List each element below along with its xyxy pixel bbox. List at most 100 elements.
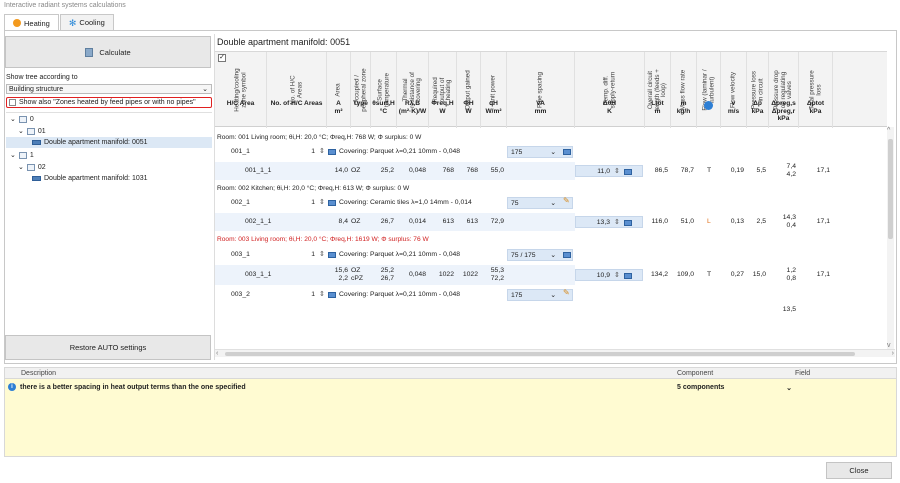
monitor-icon[interactable]: [624, 220, 632, 226]
spinner-icon[interactable]: ⇕: [319, 251, 325, 259]
spinner-icon[interactable]: ⇕: [614, 168, 620, 176]
scroll-thumb[interactable]: [888, 139, 893, 239]
edit-pencil-icon[interactable]: ✎: [563, 197, 570, 205]
cell-r: 0,014: [408, 218, 426, 225]
chevron-down-icon: ⌄: [550, 292, 556, 299]
close-button[interactable]: Close: [826, 462, 892, 479]
cell-out: 768: [466, 167, 478, 174]
edit-pencil-icon[interactable]: ✎: [563, 289, 570, 297]
right-panel: Double apartment manifold: 0051 ✓ Heatin…: [214, 34, 895, 360]
monitor-icon[interactable]: [624, 273, 632, 279]
tree-mode-select[interactable]: Building structure ⌄: [6, 84, 212, 94]
calculator-icon: [85, 47, 94, 57]
column-header: Pressure drop on regulating valves Δpreg,…: [769, 52, 799, 128]
chevron-down-icon: ⌄: [202, 86, 208, 93]
window-title: Interactive radiant systems calculations: [4, 2, 126, 9]
spinner-icon[interactable]: ⇕: [614, 219, 620, 227]
cell-reg: 7,4 4,2: [786, 163, 796, 178]
monitor-icon[interactable]: [328, 149, 336, 155]
monitor-icon[interactable]: [624, 169, 632, 175]
monitor-icon[interactable]: [328, 200, 336, 206]
covering-text: Covering: Ceramic tiles λ=1,0 14mm - 0,0…: [339, 199, 472, 206]
building-icon: [18, 115, 27, 123]
column-symbol: ΦH W: [463, 100, 474, 115]
cell-dp: 5,5: [756, 167, 766, 174]
pipe-spacing-value: 175: [511, 149, 523, 156]
column-header: Flow (laminar / turbulent): [697, 52, 721, 128]
sun-icon: [13, 19, 21, 27]
scroll-right-icon[interactable]: ›: [892, 350, 894, 357]
building-icon: [18, 151, 27, 159]
column-symbol: Δptot kPa: [806, 100, 825, 115]
show-also-checkbox[interactable]: Show also "Zones heated by feed pipes or…: [6, 97, 212, 108]
collapse-icon[interactable]: ⌄: [10, 115, 16, 123]
cell-r: 0,048: [408, 167, 426, 174]
column-header: Mass flow rate ṁ kg/h: [671, 52, 697, 128]
component-select[interactable]: 5 components ⌄: [677, 384, 792, 392]
floor-icon: [26, 163, 35, 171]
cell-m: 109,0: [676, 271, 694, 278]
monitor-icon[interactable]: [328, 292, 336, 298]
collapse-icon[interactable]: ⌄: [18, 127, 24, 135]
column-symbol: ΔθH K: [602, 100, 617, 115]
tree-node-manifold-1031[interactable]: Double apartment manifold: 1031: [32, 175, 148, 182]
column-symbol: No. of H/C Areas: [270, 100, 323, 107]
tree-node-manifold-0051[interactable]: Double apartment manifold: 0051: [6, 137, 212, 148]
spinner-icon[interactable]: ⇕: [319, 291, 325, 299]
tree-node-02[interactable]: ⌄ 02: [18, 163, 46, 171]
cell-t: OZ: [351, 218, 361, 225]
column-header: Output gained ΦH W: [457, 52, 481, 128]
tree-node-0[interactable]: ⌄ 0: [10, 115, 34, 123]
horizontal-scrollbar[interactable]: ‹ ›: [215, 349, 895, 357]
building-tree: ⌄ 0 ⌄ 01 Double apartment manifold: 0051 ⌄…: [6, 112, 212, 352]
tab-cooling[interactable]: ✻ Cooling: [59, 14, 114, 30]
tab-heating[interactable]: Heating: [4, 14, 59, 31]
cell-out: 613: [466, 218, 478, 225]
temp-diff-value: 13,3: [596, 219, 610, 226]
calculate-button[interactable]: Calculate: [5, 36, 211, 68]
spinner-icon[interactable]: ⇕: [319, 199, 325, 207]
loop-name: 001_1_1: [245, 167, 272, 174]
flow-type: T: [707, 271, 712, 278]
monitor-icon[interactable]: [563, 252, 571, 258]
checkbox-box[interactable]: [9, 99, 16, 106]
spinner-icon[interactable]: ⇕: [614, 272, 620, 280]
monitor-icon[interactable]: [563, 149, 571, 155]
cell-q: 55,3 72,2: [490, 267, 504, 282]
flow-type: T: [707, 167, 712, 174]
monitor-icon[interactable]: [328, 252, 336, 258]
circuit-name: 003_2: [231, 291, 250, 298]
cell-req: 1022: [438, 271, 454, 278]
column-symbol: v m/s: [727, 100, 740, 115]
column-header: Surface temperature θsurf,H °C: [371, 52, 397, 128]
vertical-scrollbar[interactable]: ^ v: [887, 127, 894, 349]
scroll-down-icon[interactable]: v: [887, 342, 891, 349]
column-symbol: H/C Area: [226, 100, 255, 107]
restore-auto-button[interactable]: Restore AUTO settings: [5, 335, 211, 360]
table-body: Room: 001 Living room; θi,H: 20,0 °C; Φr…: [215, 127, 887, 349]
cell-ts: 25,2 26,7: [380, 267, 394, 282]
loop-row: 001_1_1 14,0 OZ 25,2 0,048 768 768 55,0 86,5 78,7…: [215, 162, 887, 180]
column-header: Thermal resistance of covering Rλ,B (m²·K…: [397, 52, 429, 128]
globe-icon[interactable]: [704, 101, 713, 110]
cell-t: OZ: [351, 167, 361, 174]
column-header: Unit power qH W/m²: [481, 52, 507, 128]
tree-node-01[interactable]: ⌄ 01: [18, 127, 46, 135]
table-header: ✓ Heating/cooling zone symbol H/C Area No.…: [215, 51, 887, 128]
flow-type: L: [707, 218, 711, 225]
column-header: Area A m²: [327, 52, 351, 128]
temp-diff-input[interactable]: 11,0 ⇕: [575, 165, 643, 177]
cell-m: 51,0: [680, 218, 694, 225]
col-component: Component: [677, 370, 714, 377]
scroll-thumb[interactable]: [225, 352, 855, 356]
spinner-icon[interactable]: ⇕: [319, 148, 325, 156]
temp-diff-input[interactable]: 13,3 ⇕: [575, 216, 643, 228]
collapse-icon[interactable]: ⌄: [10, 151, 16, 159]
scroll-left-icon[interactable]: ‹: [216, 350, 218, 357]
temp-diff-input[interactable]: 10,9 ⇕: [575, 269, 643, 281]
collapse-icon[interactable]: ⌄: [18, 163, 24, 171]
tree-node-1[interactable]: ⌄ 1: [10, 151, 34, 159]
snowflake-icon: ✻: [68, 17, 77, 28]
cell-l: 86,5: [654, 167, 668, 174]
scroll-up-icon[interactable]: ^: [887, 127, 890, 134]
